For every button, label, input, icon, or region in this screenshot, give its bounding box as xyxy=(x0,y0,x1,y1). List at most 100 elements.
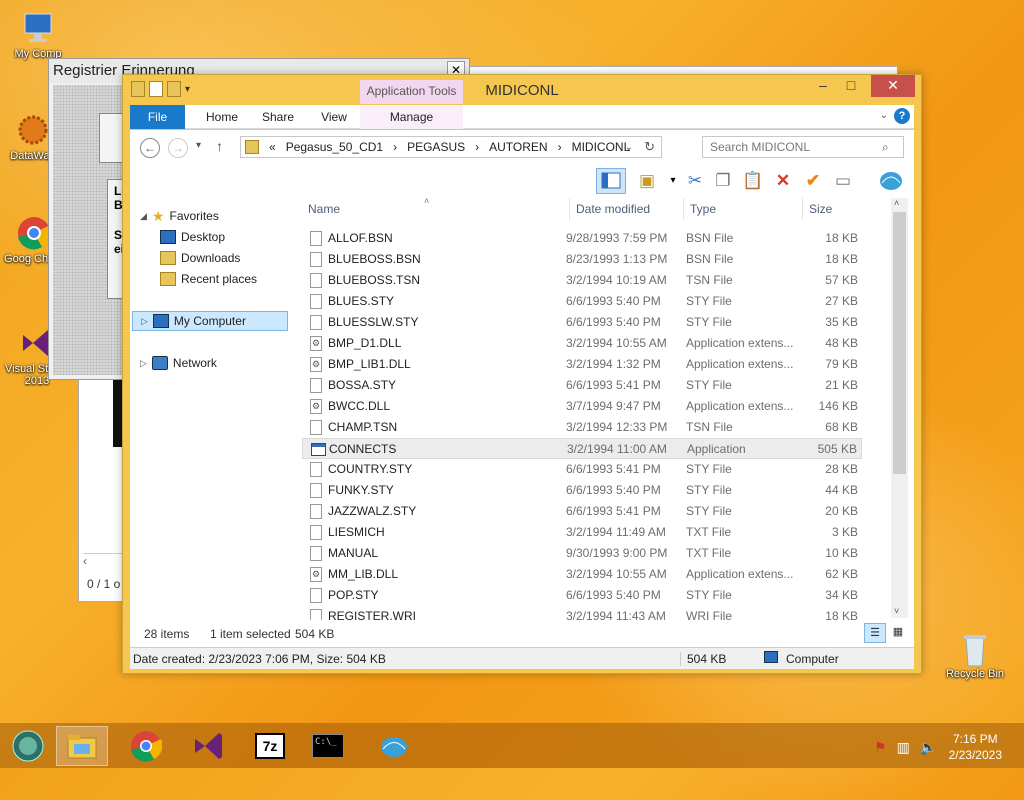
file-row[interactable]: LIESMICH 3/2/1994 11:49 AM TXT File 3 KB xyxy=(302,522,862,543)
computer-icon xyxy=(20,10,56,46)
file-row[interactable]: BLUESSLW.STY 6/6/1993 5:40 PM STY File 35 K… xyxy=(302,312,862,333)
preview-pane-button[interactable] xyxy=(596,168,626,194)
vertical-scrollbar[interactable]: ˄ ˅ xyxy=(891,198,908,618)
address-separator[interactable]: › xyxy=(475,140,479,154)
address-overflow[interactable]: « xyxy=(269,140,276,154)
tab-view[interactable]: View xyxy=(312,105,356,129)
file-row[interactable]: JAZZWALZ.STY 6/6/1993 5:41 PM STY File 20 K… xyxy=(302,501,862,522)
start-button[interactable] xyxy=(2,726,54,766)
file-row[interactable]: MANUAL 9/30/1993 9:00 PM TXT File 10 KB xyxy=(302,543,862,564)
expand-ribbon-icon[interactable]: ⌄ xyxy=(880,110,888,121)
scroll-up-arrow-icon[interactable]: ˄ xyxy=(894,198,899,208)
file-type: STY File xyxy=(686,294,732,308)
maximize-button[interactable]: □ xyxy=(837,75,865,97)
up-button[interactable]: ↑ xyxy=(216,138,223,154)
address-separator[interactable]: › xyxy=(393,140,397,154)
address-part[interactable]: AUTOREN xyxy=(489,140,547,154)
explorer-window[interactable]: ▾ Application Tools MIDICONL – □ ✕ File … xyxy=(122,74,922,674)
collapse-arrow-icon[interactable]: ◢ xyxy=(140,211,147,222)
file-row[interactable]: BMP_D1.DLL 3/2/1994 10:55 AM Application e… xyxy=(302,333,862,354)
nav-item-favorites[interactable]: ◢ ★ Favorites xyxy=(140,206,219,226)
nav-item-network[interactable]: ▷ Network xyxy=(140,353,217,373)
expand-arrow-icon[interactable]: ▷ xyxy=(141,316,148,327)
expand-arrow-icon[interactable]: ▷ xyxy=(140,358,147,369)
clock[interactable]: 7:16 PM 2/23/2023 xyxy=(949,731,1002,763)
minimize-button[interactable]: – xyxy=(809,75,837,97)
search-input[interactable]: Search MIDICONL xyxy=(702,136,904,158)
close-button[interactable]: ✕ xyxy=(871,75,915,97)
help-icon[interactable]: ? xyxy=(894,108,910,124)
file-row[interactable]: COUNTRY.STY 6/6/1993 5:41 PM STY File 28 KB xyxy=(302,459,862,480)
organize-icon[interactable]: ▣ xyxy=(634,169,660,193)
check-icon[interactable]: ✔ xyxy=(800,169,826,193)
file-row[interactable]: ALLOF.BSN 9/28/1993 7:59 PM BSN File 18 KB xyxy=(302,228,862,249)
title-bar[interactable]: ▾ Application Tools MIDICONL – □ ✕ xyxy=(123,75,921,105)
file-name: MM_LIB.DLL xyxy=(328,567,399,581)
taskbar-command-prompt[interactable]: C:\_ xyxy=(302,726,354,766)
file-row[interactable]: MM_LIB.DLL 3/2/1994 10:55 AM Application e… xyxy=(302,564,862,585)
scroll-left-arrow[interactable]: ‹ xyxy=(83,553,123,568)
shell-icon[interactable] xyxy=(878,169,904,193)
file-row[interactable]: BOSSA.STY 6/6/1993 5:41 PM STY File 21 KB xyxy=(302,375,862,396)
forward-button[interactable]: → xyxy=(168,138,188,158)
column-header-size[interactable]: Size xyxy=(802,198,882,220)
file-row[interactable]: POP.STY 6/6/1993 5:40 PM STY File 34 KB xyxy=(302,585,862,606)
refresh-icon[interactable]: ↻ xyxy=(644,139,655,155)
action-center-flag-icon[interactable]: ⚑ xyxy=(874,739,887,756)
column-header-type[interactable]: Type xyxy=(683,198,801,220)
file-icon xyxy=(310,546,322,561)
delete-icon[interactable]: ✕ xyxy=(770,169,796,193)
column-header-name[interactable]: Name xyxy=(308,198,568,220)
file-row[interactable]: BLUEBOSS.BSN 8/23/1993 1:13 PM BSN File 18 … xyxy=(302,249,862,270)
address-part[interactable]: PEGASUS xyxy=(407,140,465,154)
tab-manage[interactable]: Manage xyxy=(360,105,463,129)
address-part[interactable]: Pegasus_50_CD1 xyxy=(286,140,383,154)
file-row[interactable]: BMP_LIB1.DLL 3/2/1994 1:32 PM Application … xyxy=(302,354,862,375)
scrollbar-thumb[interactable] xyxy=(893,212,906,474)
tab-file[interactable]: File xyxy=(130,105,185,129)
column-header-date[interactable]: Date modified xyxy=(569,198,684,220)
large-icons-view-icon[interactable]: ▦ xyxy=(888,623,908,643)
address-dropdown-icon[interactable]: ⌄ xyxy=(625,142,633,153)
item-count: 28 items xyxy=(144,627,190,641)
file-row[interactable]: BLUEBOSS.TSN 3/2/1994 10:19 AM TSN File 57 … xyxy=(302,270,862,291)
tab-share[interactable]: Share xyxy=(256,105,300,129)
recent-locations-icon[interactable]: ▾ xyxy=(196,140,201,151)
search-icon[interactable]: ⌕ xyxy=(882,140,889,155)
nav-item-my-computer[interactable]: ▷ My Computer xyxy=(132,311,288,331)
file-row[interactable]: BLUES.STY 6/6/1993 5:40 PM STY File 27 KB xyxy=(302,291,862,312)
back-button[interactable]: ← xyxy=(140,138,160,158)
tab-home[interactable]: Home xyxy=(200,105,244,129)
desktop-icon-recycle-bin[interactable]: Recycle Bin xyxy=(940,630,1010,680)
paste-icon[interactable]: 📋 xyxy=(740,169,766,193)
file-row[interactable]: FUNKY.STY 6/6/1993 5:40 PM STY File 44 KB xyxy=(302,480,862,501)
scroll-down-arrow-icon[interactable]: ˅ xyxy=(894,606,899,616)
nav-item-desktop[interactable]: Desktop xyxy=(160,227,225,247)
details-view-icon[interactable]: ☰ xyxy=(864,623,886,643)
desktop-icon-my-computer[interactable]: My Comp xyxy=(3,10,73,60)
taskbar-7zip[interactable]: 7z xyxy=(244,726,296,766)
taskbar-chrome[interactable] xyxy=(120,726,172,766)
address-part[interactable]: MIDICONL xyxy=(572,140,631,154)
address-bar[interactable]: « Pegasus_50_CD1 › PEGASUS › AUTOREN › M… xyxy=(240,136,662,158)
file-date: 9/30/1993 9:00 PM xyxy=(566,546,668,560)
cut-icon[interactable]: ✂ xyxy=(682,169,708,193)
taskbar-visual-studio[interactable] xyxy=(182,726,234,766)
network-status-icon[interactable]: ▥ xyxy=(897,739,910,756)
file-size: 44 KB xyxy=(825,483,858,497)
taskbar-shell[interactable] xyxy=(368,726,420,766)
file-type: STY File xyxy=(686,378,732,392)
nav-item-recent-places[interactable]: Recent places xyxy=(160,269,257,289)
copy-icon[interactable]: ❐ xyxy=(710,169,736,193)
address-separator[interactable]: › xyxy=(558,140,562,154)
file-row[interactable]: CONNECTS 3/2/1994 11:00 AM Application 505 … xyxy=(302,438,862,459)
rename-icon[interactable]: ▭ xyxy=(830,169,856,193)
file-row[interactable]: CHAMP.TSN 3/2/1994 12:33 PM TSN File 68 KB xyxy=(302,417,862,438)
file-row[interactable]: BWCC.DLL 3/7/1994 9:47 PM Application exte… xyxy=(302,396,862,417)
file-type: Application extens... xyxy=(686,399,794,413)
ribbon-tabs: File Home Share View Manage ⌄ ? xyxy=(130,105,914,129)
taskbar-file-explorer[interactable] xyxy=(56,726,108,766)
nav-item-downloads[interactable]: Downloads xyxy=(160,248,240,268)
application-icon xyxy=(311,443,326,456)
volume-icon[interactable]: 🔈 xyxy=(920,739,937,756)
